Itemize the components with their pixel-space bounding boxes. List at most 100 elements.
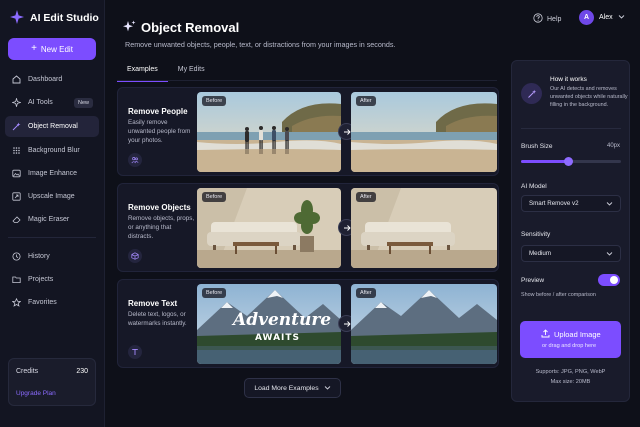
slider-handle[interactable]	[563, 157, 573, 166]
new-badge: New	[73, 97, 93, 108]
sparkle-logo-icon	[10, 10, 24, 26]
ai-model-select[interactable]: Smart Remove v2	[521, 195, 621, 212]
sidebar-item-magic-eraser[interactable]: Magic Eraser	[5, 209, 99, 230]
clock-icon	[12, 252, 21, 261]
after-image: After	[351, 188, 497, 268]
preview-description: Show before / after comparison	[521, 292, 596, 298]
slider-fill	[521, 160, 568, 163]
new-edit-button[interactable]: + New Edit	[8, 38, 96, 60]
supported-formats: Supports: JPG, PNG, WebP	[535, 369, 606, 375]
example-card-remove-text[interactable]: Remove Text Delete text, logos, or water…	[117, 279, 499, 368]
before-tag: Before	[202, 96, 227, 106]
example-description: Easily remove unwanted people from your …	[128, 119, 191, 144]
sparkle-icon	[12, 98, 21, 107]
new-edit-label: New Edit	[40, 44, 73, 54]
sidebar-item-ai-tools[interactable]: AI Tools New	[5, 92, 99, 113]
sidebar-item-label: Projects	[28, 276, 54, 283]
how-it-works-title: How it works	[550, 76, 587, 83]
app-title: AI Edit Studio	[30, 12, 99, 24]
sidebar-item-favorites[interactable]: Favorites	[5, 292, 99, 313]
max-size: Max size: 20MB	[550, 379, 591, 385]
sidebar-item-label: Favorites	[28, 299, 57, 306]
sidebar-item-image-enhance[interactable]: Image Enhance	[5, 163, 99, 184]
upload-subtitle: or drag and drop here	[542, 343, 597, 349]
folder-icon	[12, 275, 21, 284]
watermark-subtext: AWAITS	[255, 333, 301, 343]
help-icon	[533, 13, 543, 25]
sensitivity-label: Sensitivity	[521, 231, 551, 238]
sidebar-item-background-blur[interactable]: Background Blur	[5, 140, 99, 161]
example-card-remove-people[interactable]: Remove People Easily remove unwanted peo…	[117, 87, 499, 176]
upgrade-plan-link[interactable]: Upgrade Plan	[16, 390, 56, 397]
after-image: After	[351, 92, 497, 172]
brush-size-label: Brush Size	[521, 143, 553, 150]
avatar: A	[579, 10, 594, 25]
star-icon	[12, 298, 21, 307]
blur-icon	[12, 146, 21, 155]
sidebar-item-object-removal[interactable]: Object Removal	[5, 116, 99, 137]
upload-icon	[541, 329, 550, 340]
toggle-knob	[610, 276, 618, 284]
credits-value: 230	[76, 368, 88, 375]
sensitivity-value: Medium	[529, 250, 552, 257]
load-more-label: Load More Examples	[254, 384, 319, 392]
example-card-remove-objects[interactable]: Remove Objects Remove objects, props, or…	[117, 183, 499, 272]
ai-model-label: AI Model	[521, 183, 547, 190]
sidebar-item-dashboard[interactable]: Dashboard	[5, 69, 99, 90]
sidebar-item-label: AI Tools	[28, 99, 53, 106]
ai-model-value: Smart Remove v2	[529, 200, 579, 207]
page-title: Object Removal	[141, 20, 240, 35]
sensitivity-select[interactable]: Medium	[521, 245, 621, 262]
credits-card: Credits 230 Upgrade Plan	[8, 358, 96, 406]
before-image: Before	[197, 188, 341, 268]
help-label: Help	[547, 15, 562, 23]
divider	[521, 128, 621, 129]
user-menu[interactable]: A Alex	[579, 10, 625, 25]
before-image: Before	[197, 92, 341, 172]
sidebar-item-label: Background Blur	[28, 147, 80, 154]
preview-label: Preview	[521, 277, 545, 284]
before-tag: Before	[202, 288, 227, 298]
plus-icon: +	[31, 43, 37, 54]
upload-title: Upload Image	[554, 330, 601, 339]
settings-panel: How it works Our AI detects and removes …	[511, 60, 630, 402]
user-name: Alex	[599, 14, 613, 21]
upload-image-button[interactable]: Upload Image or drag and drop here	[520, 321, 621, 358]
sidebar-item-label: Upscale Image	[28, 193, 75, 200]
help-button[interactable]: Help	[533, 13, 561, 25]
watermark-text: Adventure	[233, 310, 332, 330]
cube-icon	[128, 249, 142, 263]
sidebar-item-projects[interactable]: Projects	[5, 269, 99, 290]
home-icon	[12, 75, 21, 84]
sidebar-item-upscale-image[interactable]: Upscale Image	[5, 186, 99, 207]
chevron-down-icon	[606, 200, 613, 209]
chevron-down-icon	[324, 384, 331, 393]
chevron-down-icon	[606, 250, 613, 259]
people-icon	[128, 153, 142, 167]
text-icon	[128, 345, 142, 359]
sidebar-item-label: History	[28, 253, 50, 260]
main-content: Object Removal Remove unwanted objects, …	[105, 0, 640, 427]
sidebar-item-label: Dashboard	[28, 76, 63, 83]
load-more-button[interactable]: Load More Examples	[244, 378, 341, 398]
divider	[8, 237, 96, 238]
brush-size-slider[interactable]	[521, 157, 621, 166]
brush-size-value: 40px	[606, 143, 620, 149]
sidebar-item-label: Magic Eraser	[28, 216, 70, 223]
sidebar-item-history[interactable]: History	[5, 246, 99, 267]
brand[interactable]: AI Edit Studio	[10, 10, 99, 26]
after-tag: After	[356, 96, 376, 106]
example-title: Remove People	[128, 107, 188, 116]
example-description: Remove objects, props, or anything that …	[128, 215, 195, 240]
before-image: Adventure AWAITS Before	[197, 284, 341, 364]
after-tag: After	[356, 192, 376, 202]
page-subtitle: Remove unwanted objects, people, text, o…	[125, 40, 396, 49]
before-tag: Before	[202, 192, 227, 202]
upscale-icon	[12, 192, 21, 201]
eraser-icon	[12, 215, 21, 224]
sidebar: AI Edit Studio + New Edit Dashboard AI T…	[0, 0, 105, 427]
example-description: Delete text, logos, or watermarks instan…	[128, 311, 187, 327]
tabs-divider	[117, 80, 497, 81]
sidebar-item-label: Image Enhance	[28, 170, 78, 177]
preview-toggle[interactable]	[598, 274, 620, 286]
